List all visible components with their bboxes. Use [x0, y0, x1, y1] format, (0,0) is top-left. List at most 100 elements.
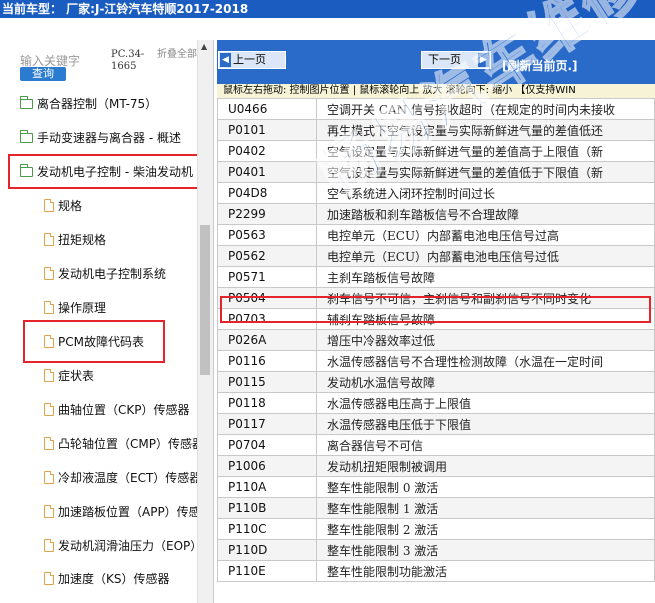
- tree-item-operation-principle[interactable]: 操作原理: [44, 297, 106, 319]
- table-row: P026A 增压中冷器效率过低: [217, 329, 655, 351]
- tree-item-ect-sensor[interactable]: 冷却液温度（ECT）传感器: [44, 467, 197, 489]
- prev-page-label: 上一页: [233, 53, 266, 66]
- document-icon: [44, 471, 54, 484]
- document-icon: [44, 369, 54, 382]
- fault-description-cell: 发动机水温信号故障: [316, 371, 655, 393]
- fault-code-cell: P026A: [217, 329, 317, 351]
- tree-item-label: 发动机润滑油压力（EOP）: [58, 539, 197, 553]
- navigation-tree: 离合器控制（MT-75） 手动变速器与离合器 - 概述 发动机电子控制 - 柴油…: [0, 40, 200, 603]
- fault-code-cell: P1006: [217, 455, 317, 477]
- fault-code-cell: P0101: [217, 119, 317, 141]
- table-row: P1006 发动机扭矩限制被调用: [217, 455, 655, 477]
- tree-item-label: 加速踏板位置（APP）传感器: [58, 505, 197, 519]
- fault-code-cell: P0401: [217, 161, 317, 183]
- fault-description-cell: 主刹车踏板信号故障: [316, 266, 655, 288]
- fault-description-cell: 增压中冷器效率过低: [316, 329, 655, 351]
- document-icon: [44, 403, 54, 416]
- table-row: P0115 发动机水温信号故障: [217, 371, 655, 393]
- fault-code-cell: P0571: [217, 266, 317, 288]
- fault-code-cell: P2299: [217, 203, 317, 225]
- fault-description-cell: 水温传感器电压低于下限值: [316, 413, 655, 435]
- tree-item-label: 操作原理: [58, 301, 107, 315]
- table-row: P04D8 空气系统进入闭环控制时间过长: [217, 182, 655, 204]
- fault-code-cell: P0562: [217, 245, 317, 267]
- highlight-box-diesel: [8, 154, 200, 189]
- table-row: P0704 离合器信号不可信: [217, 434, 655, 456]
- vehicle-title: 当前车型： 厂家:J-江铃汽车特顺2017-2018: [2, 2, 249, 16]
- document-icon: [44, 437, 54, 450]
- table-row: P110B 整车性能限制 1 激活: [217, 497, 655, 519]
- tree-item-label: 离合器控制（MT-75）: [37, 97, 158, 111]
- tree-item-label: 扭矩规格: [58, 233, 107, 247]
- tree-item-torque-specs[interactable]: 扭矩规格: [44, 229, 106, 251]
- fault-code-cell: P0402: [217, 140, 317, 162]
- highlight-box-p0504: [220, 296, 651, 323]
- document-icon: [44, 539, 54, 552]
- tree-item-specs[interactable]: 规格: [44, 195, 82, 217]
- tree-item-cmp-sensor[interactable]: 凸轮轴位置（CMP）传感器: [44, 433, 197, 455]
- fault-description-cell: 空气设定量与实际新鲜进气量的差值高于上限值（新: [316, 140, 655, 162]
- tree-item-label: 手动变速器与离合器 - 概述: [37, 131, 181, 145]
- fault-code-cell: P110C: [217, 518, 317, 540]
- fault-code-cell: P110A: [217, 476, 317, 498]
- header-spacer: [0, 18, 655, 40]
- table-row: P110A 整车性能限制 0 激活: [217, 476, 655, 498]
- tree-item-manual-transmission[interactable]: 手动变速器与离合器 - 概述: [20, 127, 181, 149]
- folder-icon: [20, 96, 33, 109]
- table-row: P0571 主刹车踏板信号故障: [217, 266, 655, 288]
- table-row: P0563 电控单元（ECU）内部蓄电池电压信号过高: [217, 224, 655, 246]
- table-row: U0466 空调开关 CAN 信号接收超时（在规定的时间内未接收: [217, 98, 655, 120]
- tree-item-label: 冷却液温度（ECT）传感器: [58, 471, 197, 485]
- tree-item-eop-sensor[interactable]: 发动机润滑油压力（EOP）: [44, 535, 197, 557]
- tree-item-ckp-sensor[interactable]: 曲轴位置（CKP）传感器: [44, 399, 197, 421]
- refresh-link[interactable]: [刷新当前页.]: [502, 57, 578, 74]
- arrow-right-icon: ▶: [478, 53, 489, 67]
- fault-description-cell: 空调开关 CAN 信号接收超时（在规定的时间内未接收: [316, 98, 655, 120]
- table-row: P110D 整车性能限制 3 激活: [217, 539, 655, 561]
- folder-icon: [20, 130, 33, 143]
- fault-code-cell: P0704: [217, 434, 317, 456]
- left-scrollbar[interactable]: ▲: [197, 40, 213, 603]
- arrow-left-icon: ◀: [220, 53, 231, 67]
- next-page-button[interactable]: 下一页 ▶: [421, 51, 491, 69]
- next-page-label: 下一页: [428, 53, 461, 66]
- window-title-bar: 当前车型： 厂家:J-江铃汽车特顺2017-2018: [0, 0, 655, 18]
- fault-code-cell: P110D: [217, 539, 317, 561]
- fault-code-cell: P110B: [217, 497, 317, 519]
- tree-item-app-sensor[interactable]: 加速踏板位置（APP）传感器: [44, 501, 197, 523]
- tree-item-label: 曲轴位置（CKP）传感器: [58, 403, 190, 417]
- table-row: P0401 空气设定量与实际新鲜进气量的差值低于下限值（新: [217, 161, 655, 183]
- highlight-box-pcm: [23, 320, 165, 363]
- table-row: P0116 水温传感器信号不合理性检测故障（水温在一定时间: [217, 350, 655, 372]
- fault-description-cell: 空气系统进入闭环控制时间过长: [316, 182, 655, 204]
- document-icon: [44, 301, 54, 314]
- tree-item-clutch-control[interactable]: 离合器控制（MT-75）: [20, 93, 157, 115]
- fault-code-cell: U0466: [217, 98, 317, 120]
- fault-description-cell: 空气设定量与实际新鲜进气量的差值低于下限值（新: [316, 161, 655, 183]
- tree-item-symptom-table[interactable]: 症状表: [44, 365, 94, 387]
- page-nav-bar: ◀ 上一页 下一页 ▶ [刷新当前页.]: [217, 40, 655, 84]
- fault-code-cell: P04D8: [217, 182, 317, 204]
- document-icon: [44, 572, 54, 585]
- document-icon: [44, 267, 54, 280]
- fault-code-table: U0466 空调开关 CAN 信号接收超时（在规定的时间内未接收 P0101 再生模式…: [217, 98, 655, 582]
- table-row: P0402 空气设定量与实际新鲜进气量的差值高于上限值（新: [217, 140, 655, 162]
- scroll-up-icon[interactable]: ▲: [201, 42, 207, 51]
- fault-code-cell: P0116: [217, 350, 317, 372]
- fault-code-cell: P0563: [217, 224, 317, 246]
- tree-item-label: 发动机电子控制系统: [58, 267, 167, 281]
- table-row: P0118 水温传感器电压高于上限值: [217, 392, 655, 414]
- left-panel: 输入关键字 查询 PC.34-1665 折叠全部 离合器控制（MT-75） 手动…: [0, 40, 214, 603]
- scrollbar-thumb[interactable]: [200, 225, 210, 375]
- tree-item-label: 凸轮轴位置（CMP）传感器: [58, 437, 197, 451]
- prev-page-button[interactable]: ◀ 上一页: [218, 51, 286, 69]
- fault-description-cell: 整车性能限制 0 激活: [316, 476, 655, 498]
- tree-item-ks-sensor[interactable]: 加速度（KS）传感器: [44, 568, 197, 590]
- fault-description-cell: 水温传感器信号不合理性检测故障（水温在一定时间: [316, 350, 655, 372]
- tree-item-engine-control-system[interactable]: 发动机电子控制系统: [44, 263, 166, 285]
- tree-item-label: 加速度（KS）传感器: [58, 572, 170, 586]
- table-row: P110E 整车性能限制功能激活: [217, 560, 655, 582]
- table-row: P0562 电控单元（ECU）内部蓄电池电压信号过低: [217, 245, 655, 267]
- fault-description-cell: 水温传感器电压高于上限值: [316, 392, 655, 414]
- fault-code-cell: P0118: [217, 392, 317, 414]
